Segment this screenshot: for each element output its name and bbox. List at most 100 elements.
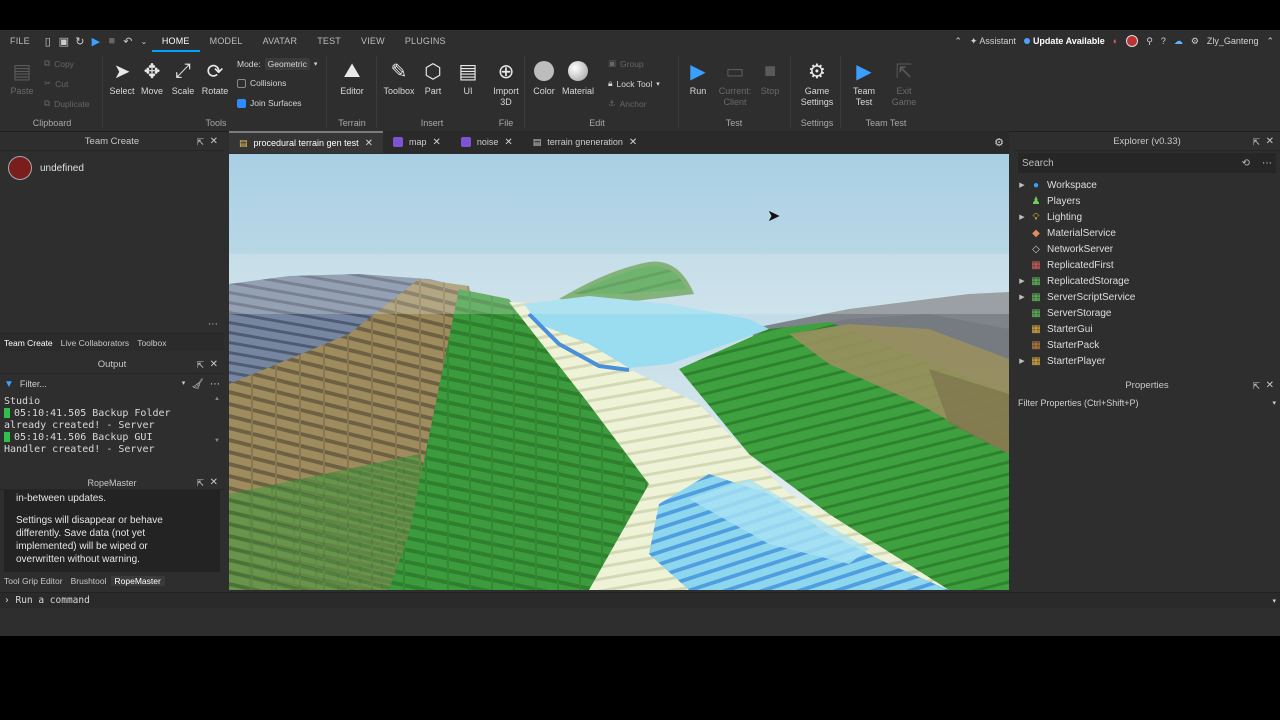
part-button[interactable]: ⬡ Part: [415, 58, 451, 97]
tab-home[interactable]: HOME: [151, 30, 200, 52]
tab-map[interactable]: map ✕: [383, 131, 451, 153]
collisions-toggle[interactable]: Collisions: [237, 78, 286, 88]
undock-icon[interactable]: ⇱: [1252, 133, 1260, 151]
command-bar[interactable]: › Run a command ▾: [0, 592, 1280, 608]
chevron-down-icon[interactable]: ⌄: [136, 30, 152, 52]
tab-toolbox[interactable]: Toolbox: [133, 338, 170, 348]
play-icon[interactable]: ▶: [88, 30, 104, 52]
close-icon[interactable]: ✕: [365, 138, 373, 149]
tab-file[interactable]: FILE: [0, 30, 40, 52]
close-icon[interactable]: ✕: [1266, 377, 1274, 395]
explorer-item-materialservice[interactable]: ◆ MaterialService: [1016, 225, 1278, 241]
explorer-search-input[interactable]: Search ⟲ ⋯: [1018, 153, 1276, 173]
tab-terrain-generation[interactable]: ▤ terrain gneneration ✕: [523, 131, 647, 153]
history-icon[interactable]: ⟲: [1242, 158, 1250, 169]
share-icon[interactable]: ⚲: [1146, 36, 1153, 47]
explorer-item-serverstorage[interactable]: ▦ ServerStorage: [1016, 305, 1278, 321]
tab-noise[interactable]: noise ✕: [451, 131, 523, 153]
avatar[interactable]: [1126, 35, 1139, 47]
tab-test[interactable]: TEST: [307, 30, 351, 52]
new-file-icon[interactable]: ▯: [40, 30, 56, 52]
group-button[interactable]: ▣ Group: [608, 58, 644, 69]
close-icon[interactable]: ✕: [504, 137, 512, 148]
mode-value[interactable]: Geometric: [264, 58, 310, 70]
scrollbar[interactable]: ▲ ▼: [214, 396, 220, 466]
expand-arrow-icon[interactable]: ▶: [1016, 213, 1028, 221]
join-surfaces-checkbox[interactable]: [237, 98, 246, 108]
refresh-icon[interactable]: ↻: [72, 30, 88, 52]
save-icon[interactable]: ▣: [56, 30, 72, 52]
collisions-checkbox[interactable]: [237, 78, 246, 88]
scale-button[interactable]: ⤢ Scale: [165, 58, 201, 97]
close-icon[interactable]: ✕: [210, 476, 218, 490]
cloud-icon[interactable]: ☁: [1174, 36, 1183, 47]
close-icon[interactable]: ✕: [210, 356, 218, 374]
viewport-settings-gear-icon[interactable]: ⚙: [989, 131, 1009, 153]
tab-live-collaborators[interactable]: Live Collaborators: [57, 338, 134, 348]
undo-icon[interactable]: ↶: [120, 30, 136, 52]
cut-button[interactable]: ✂ Cut: [44, 78, 68, 89]
lock-tool-button[interactable]: 🔒︎ Lock Tool ▾: [608, 78, 660, 89]
toolbox-button[interactable]: ✎ Toolbox: [381, 58, 417, 97]
expand-arrow-icon[interactable]: ▶: [1016, 293, 1028, 301]
more-icon[interactable]: ⋯: [1262, 158, 1272, 169]
ui-button[interactable]: ▤ UI: [450, 58, 486, 97]
explorer-item-starterplayer[interactable]: ▶ ▦ StarterPlayer: [1016, 353, 1278, 369]
tab-avatar[interactable]: AVATAR: [253, 30, 308, 52]
explorer-item-replicatedfirst[interactable]: ▦ ReplicatedFirst: [1016, 257, 1278, 273]
username[interactable]: Zly_Ganteng: [1207, 36, 1259, 46]
close-icon[interactable]: ✕: [1266, 133, 1274, 151]
clear-output-icon[interactable]: 🧹︎: [191, 379, 204, 390]
explorer-item-serverscriptservice[interactable]: ▶ ▦ ServerScriptService: [1016, 289, 1278, 305]
explorer-item-starterpack[interactable]: ▦ StarterPack: [1016, 337, 1278, 353]
more-icon[interactable]: ⋯: [210, 379, 220, 390]
mode-selector[interactable]: Mode: Geometric ▾: [237, 58, 317, 70]
expand-arrow-icon[interactable]: ▶: [1016, 277, 1028, 285]
rotate-button[interactable]: ⟳ Rotate: [197, 58, 233, 97]
explorer-item-startergui[interactable]: ▦ StarterGui: [1016, 321, 1278, 337]
stop-button[interactable]: ■ Stop: [752, 58, 788, 97]
properties-filter-input[interactable]: Filter Properties (Ctrl+Shift+P) ▾: [1014, 395, 1280, 411]
expand-arrow-icon[interactable]: ▶: [1016, 357, 1028, 365]
window-expand-icon[interactable]: ⌃: [1266, 36, 1274, 47]
3d-viewport[interactable]: ➤: [229, 154, 1009, 590]
assistant-button[interactable]: ✦ Assistant: [970, 36, 1016, 47]
undock-icon[interactable]: ⇱: [196, 356, 204, 374]
undock-icon[interactable]: ⇱: [1252, 377, 1260, 395]
duplicate-button[interactable]: ⧉ Duplicate: [44, 98, 90, 109]
undock-icon[interactable]: ⇱: [196, 476, 204, 490]
tab-brushtool[interactable]: Brushtool: [67, 576, 111, 586]
close-icon[interactable]: ✕: [432, 137, 440, 148]
chevron-down-icon[interactable]: ▾: [1272, 597, 1276, 605]
anchor-button[interactable]: ⚓︎ Anchor: [608, 98, 647, 109]
undock-icon[interactable]: ⇱: [196, 133, 204, 151]
stop-icon[interactable]: ■: [104, 30, 120, 52]
tab-procedural-terrain-gen-test[interactable]: ▤ procedural terrain gen test ✕: [229, 131, 383, 153]
copy-button[interactable]: ⧉ Copy: [44, 58, 74, 69]
more-icon[interactable]: ⋯: [208, 319, 218, 330]
command-bar-input[interactable]: › Run a command: [4, 595, 90, 607]
expand-arrow-icon[interactable]: ▶: [1016, 181, 1028, 189]
close-icon[interactable]: ✕: [629, 137, 637, 148]
close-icon[interactable]: ✕: [210, 133, 218, 151]
tab-plugins[interactable]: PLUGINS: [395, 30, 456, 52]
join-surfaces-toggle[interactable]: Join Surfaces: [237, 98, 302, 108]
explorer-item-players[interactable]: ♟ Players: [1016, 193, 1278, 209]
explorer-item-networkserver[interactable]: ◇ NetworkServer: [1016, 241, 1278, 257]
explorer-item-lighting[interactable]: ▶ 💡︎ Lighting: [1016, 209, 1278, 225]
notifications-icon[interactable]: ◐: [1113, 36, 1118, 46]
color-button[interactable]: Color: [526, 58, 562, 97]
game-settings-button[interactable]: ⚙ Game Settings: [797, 58, 837, 108]
paste-button[interactable]: ▤ Paste: [4, 58, 40, 97]
terrain-editor-button[interactable]: ⛰ Editor: [334, 58, 370, 97]
tab-view[interactable]: VIEW: [351, 30, 395, 52]
explorer-item-workspace[interactable]: ▶ ● Workspace: [1016, 177, 1278, 193]
settings-gear-icon[interactable]: ⚙: [1191, 36, 1199, 47]
run-button[interactable]: ▶ Run: [680, 58, 716, 97]
tab-tool-grip-editor[interactable]: Tool Grip Editor: [0, 576, 67, 586]
output-filter-input[interactable]: Filter... ▾: [20, 379, 185, 389]
tab-team-create[interactable]: Team Create: [0, 338, 57, 348]
explorer-item-replicatedstorage[interactable]: ▶ ▦ ReplicatedStorage: [1016, 273, 1278, 289]
tab-ropemaster[interactable]: RopeMaster: [110, 576, 165, 586]
collaborator-row[interactable]: undefined: [0, 151, 224, 185]
